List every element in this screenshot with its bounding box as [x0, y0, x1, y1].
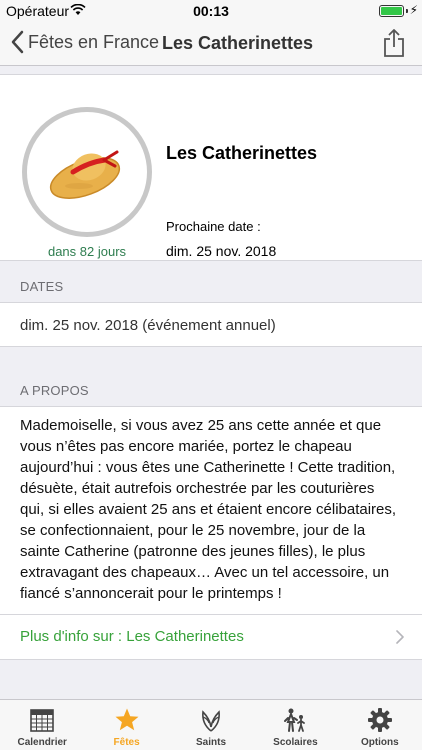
- page-title: Les Catherinettes: [162, 33, 314, 53]
- tab-saints[interactable]: Saints: [169, 700, 253, 750]
- tab-label: Options: [360, 737, 399, 748]
- about-section-gap: A PROPOS: [0, 347, 422, 407]
- event-name: Les Catherinettes: [166, 143, 318, 163]
- tab-label: Scolaires: [273, 737, 318, 748]
- charging-icon: ⚡: [409, 3, 418, 17]
- more-info-label: Plus d'info sur : Les Catherinettes: [20, 628, 244, 645]
- back-button[interactable]: Fêtes en France: [10, 30, 159, 54]
- share-icon[interactable]: [382, 28, 406, 58]
- chevron-right-icon: [396, 630, 404, 644]
- top-spacer: [0, 67, 422, 75]
- more-info-link[interactable]: Plus d'info sur : Les Catherinettes: [0, 615, 422, 659]
- battery-icon: [379, 5, 404, 17]
- date-entry-text: dim. 25 nov. 2018 (événement annuel): [20, 317, 276, 334]
- next-date-label: Prochaine date :: [166, 219, 261, 234]
- tab-label: Fêtes: [113, 737, 140, 748]
- about-card: Mademoiselle, si vous avez 25 ans cette …: [0, 407, 422, 660]
- dates-section-header: DATES: [20, 279, 64, 294]
- tab-fetes[interactable]: Fêtes: [84, 700, 168, 750]
- status-bar: Opérateur 00:13 ⚡: [0, 0, 422, 22]
- event-avatar: [22, 107, 152, 237]
- status-time: 00:13: [193, 3, 229, 19]
- tab-bar: Calendrier Fêtes Saints Scolaires Option…: [0, 699, 422, 750]
- hat-icon: [49, 150, 121, 199]
- navigation-bar: Fêtes en France Les Catherinettes: [0, 22, 422, 66]
- about-text: Mademoiselle, si vous avez 25 ans cette …: [0, 407, 422, 615]
- star-icon: [115, 708, 139, 731]
- tab-calendrier[interactable]: Calendrier: [0, 700, 84, 750]
- battery-tip: [406, 9, 408, 13]
- chevron-left-icon: [11, 30, 24, 54]
- countdown-label: dans 82 jours: [47, 244, 127, 259]
- content-scroll[interactable]: dans 82 jours Les Catherinettes Prochain…: [0, 67, 422, 699]
- tab-label: Calendrier: [17, 737, 67, 748]
- next-date-value: dim. 25 nov. 2018: [166, 243, 277, 259]
- about-section-header: A PROPOS: [20, 383, 89, 398]
- laurel-icon: [202, 710, 220, 732]
- dates-section-gap: DATES: [0, 261, 422, 303]
- calendar-icon: [30, 709, 55, 732]
- gear-icon: [367, 708, 392, 732]
- tab-options[interactable]: Options: [338, 700, 422, 750]
- school-icon: [284, 708, 306, 732]
- tab-label: Saints: [196, 737, 227, 748]
- tab-scolaires[interactable]: Scolaires: [253, 700, 337, 750]
- date-entry-row: dim. 25 nov. 2018 (événement annuel): [0, 303, 422, 347]
- event-header-card: dans 82 jours Les Catherinettes Prochain…: [0, 75, 422, 261]
- back-label: Fêtes en France: [28, 31, 160, 52]
